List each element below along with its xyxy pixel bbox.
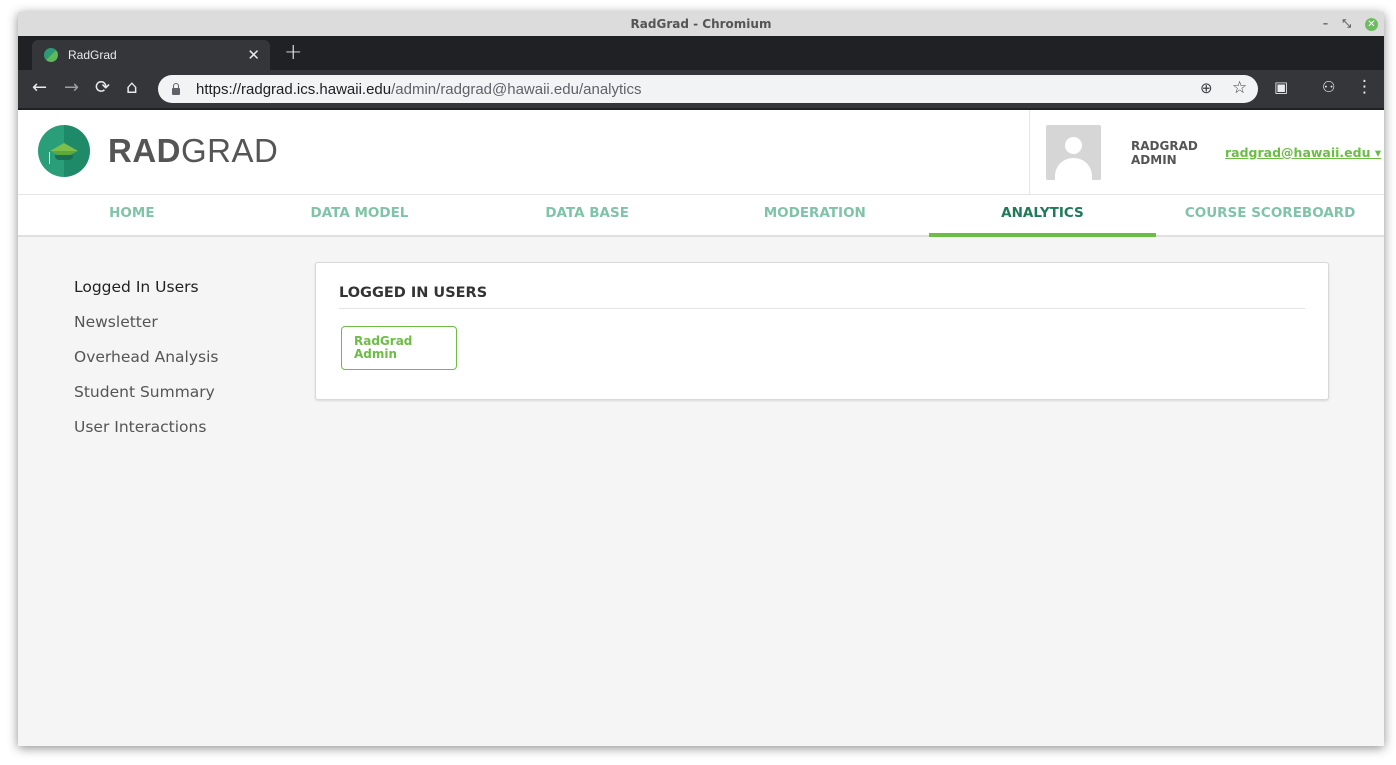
star-icon[interactable]: ☆ — [1232, 78, 1247, 98]
analytics-sidebar: Logged In Users Newsletter Overhead Anal… — [74, 270, 219, 445]
logged-in-users-panel: LOGGED IN USERS RadGrad Admin — [315, 262, 1329, 400]
lock-icon — [172, 82, 180, 95]
sidebar-item-overhead-analysis[interactable]: Overhead Analysis — [74, 340, 219, 375]
site-header: RADGRAD RADGRAD ADMIN radgrad@hawaii.edu… — [18, 110, 1384, 195]
zoom-icon[interactable]: ⊕ — [1200, 79, 1213, 97]
back-icon[interactable]: ← — [32, 77, 47, 99]
brand-light: GRAD — [181, 132, 279, 169]
window-title: RadGrad - Chromium — [630, 17, 772, 31]
new-tab-icon[interactable]: + — [284, 40, 302, 65]
menu-item-course-scoreboard[interactable]: COURSE SCOREBOARD — [1156, 195, 1384, 235]
user-chip[interactable]: RadGrad Admin — [341, 326, 457, 370]
browser-window: RadGrad - Chromium – ⤡ ✕ RadGrad ✕ + ← →… — [18, 12, 1384, 746]
panel-title: LOGGED IN USERS — [339, 285, 488, 301]
tab-title: RadGrad — [68, 48, 117, 62]
panel-divider — [339, 308, 1305, 309]
user-chip-label: RadGrad Admin — [354, 334, 413, 361]
menu-item-analytics[interactable]: ANALYTICS — [928, 195, 1157, 237]
menu-item-data-base[interactable]: DATA BASE — [473, 195, 701, 235]
favicon-icon — [44, 48, 58, 62]
restore-icon[interactable]: ⤡ — [1342, 18, 1351, 30]
avatar-body — [1055, 158, 1092, 180]
sidebar-item-logged-in-users[interactable]: Logged In Users — [74, 270, 219, 305]
forward-icon[interactable]: → — [64, 77, 79, 99]
browser-tab[interactable]: RadGrad ✕ — [32, 40, 270, 70]
graduation-cap-icon — [50, 143, 78, 151]
brand-name: RADGRAD — [108, 132, 278, 170]
url-path: /admin/radgrad@hawaii.edu/analytics — [391, 80, 642, 98]
home-icon[interactable]: ⌂ — [126, 77, 137, 99]
avatar — [1046, 125, 1101, 180]
avatar-head — [1065, 137, 1082, 154]
sidebar-item-student-summary[interactable]: Student Summary — [74, 375, 219, 410]
window-controls: – ⤡ ✕ — [1323, 12, 1378, 36]
graduation-cap-tassel — [49, 152, 50, 164]
browser-menu-icon[interactable]: ⋮ — [1356, 77, 1373, 97]
user-role: RADGRAD ADMIN — [1131, 139, 1198, 167]
user-box: RADGRAD ADMIN radgrad@hawaii.edu ▾ — [1029, 110, 1384, 194]
title-bar: RadGrad - Chromium – ⤡ ✕ — [18, 12, 1384, 36]
sidebar-item-user-interactions[interactable]: User Interactions — [74, 410, 219, 445]
minimize-icon[interactable]: – — [1323, 18, 1329, 30]
menu-item-data-model[interactable]: DATA MODEL — [246, 195, 474, 235]
main-menu: HOME DATA MODEL DATA BASE MODERATION ANA… — [18, 195, 1384, 237]
url-text: https://radgrad.ics.hawaii.edu/admin/rad… — [196, 81, 642, 98]
user-email-dropdown[interactable]: radgrad@hawaii.edu ▾ — [1225, 145, 1381, 160]
close-window-icon[interactable]: ✕ — [1365, 17, 1378, 31]
address-bar[interactable]: https://radgrad.ics.hawaii.edu/admin/rad… — [158, 75, 1258, 103]
browser-toolbar: ← → ⟳ ⌂ https://radgrad.ics.hawaii.edu/a… — [18, 70, 1384, 108]
brand-bold: RAD — [108, 132, 181, 169]
menu-item-moderation[interactable]: MODERATION — [701, 195, 929, 235]
menu-item-home[interactable]: HOME — [18, 195, 246, 235]
tab-close-icon[interactable]: ✕ — [247, 46, 260, 64]
extension-icon[interactable]: ▣ — [1274, 78, 1288, 96]
reload-icon[interactable]: ⟳ — [95, 77, 110, 99]
page: RADGRAD RADGRAD ADMIN radgrad@hawaii.edu… — [18, 110, 1384, 746]
incognito-icon[interactable]: ⚇ — [1322, 78, 1335, 96]
graduation-cap-base — [55, 155, 73, 160]
sidebar-item-newsletter[interactable]: Newsletter — [74, 305, 219, 340]
tab-strip: RadGrad ✕ + — [18, 36, 1384, 70]
url-host: https://radgrad.ics.hawaii.edu — [196, 80, 392, 98]
radgrad-logo[interactable] — [38, 125, 90, 177]
